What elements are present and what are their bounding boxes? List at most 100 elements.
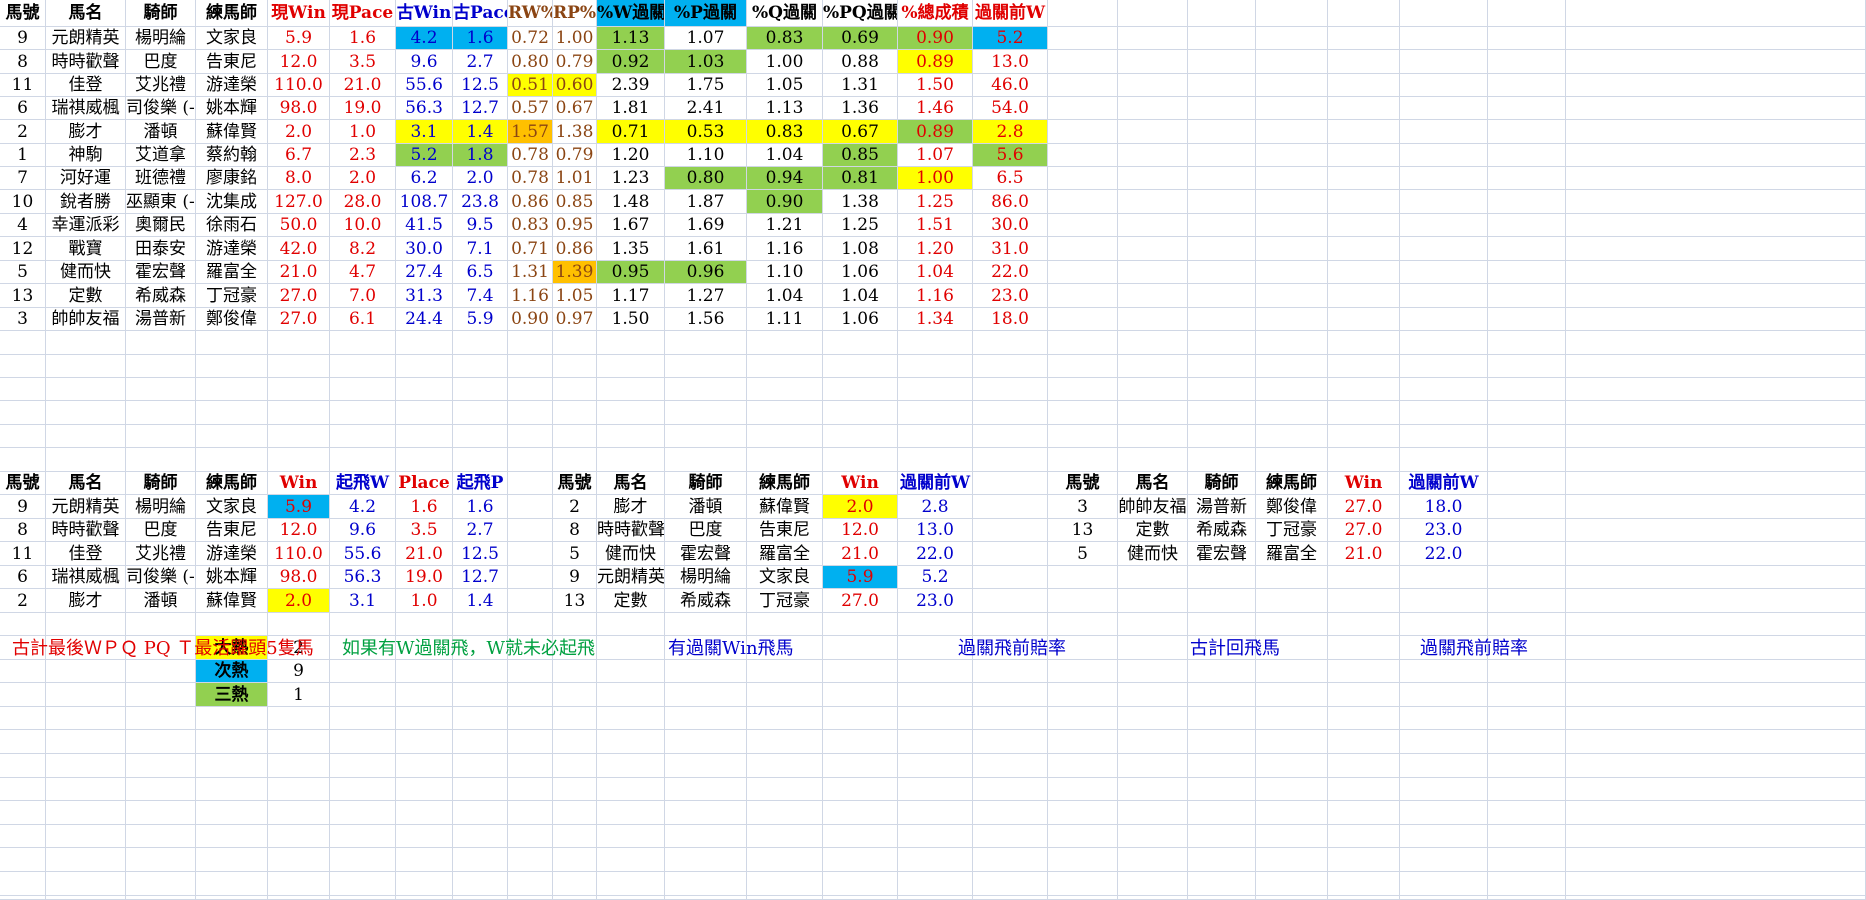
left-header-cell[interactable]: 馬號 (0, 472, 46, 495)
empty-cell[interactable] (1118, 872, 1188, 896)
mid-table-cell[interactable]: 文家良 (747, 566, 823, 589)
empty-cell[interactable] (823, 848, 898, 872)
left-table-cell[interactable]: 佳登 (46, 542, 126, 566)
empty-cell[interactable] (1328, 27, 1400, 50)
right-table-cell[interactable]: 霍宏聲 (1188, 542, 1256, 566)
top-table-cell[interactable]: 戰寶 (46, 237, 126, 261)
empty-cell[interactable] (973, 589, 1048, 613)
empty-cell[interactable] (665, 801, 747, 825)
empty-cell[interactable] (747, 778, 823, 801)
top-header-cell[interactable]: %P過關 (665, 0, 747, 27)
empty-cell[interactable] (1328, 636, 1400, 660)
empty-cell[interactable] (1488, 566, 1566, 589)
empty-cell[interactable] (823, 778, 898, 801)
empty-cell[interactable] (0, 707, 46, 730)
empty-cell[interactable] (453, 825, 508, 848)
empty-cell[interactable] (1400, 778, 1488, 801)
empty-cell[interactable] (1488, 778, 1566, 801)
empty-cell[interactable] (396, 778, 453, 801)
right-table-cell[interactable]: 13 (1048, 519, 1118, 542)
empty-cell[interactable] (1488, 495, 1566, 519)
top-table-cell[interactable]: 0.81 (823, 167, 898, 190)
right-table-cell[interactable]: 27.0 (1328, 519, 1400, 542)
empty-cell[interactable] (1400, 754, 1488, 778)
mid-table-cell[interactable]: 霍宏聲 (665, 542, 747, 566)
empty-cell[interactable] (747, 613, 823, 636)
empty-cell[interactable] (1328, 355, 1400, 378)
empty-cell[interactable] (1118, 730, 1188, 754)
empty-cell[interactable] (1256, 754, 1328, 778)
empty-cell[interactable] (453, 448, 508, 472)
empty-cell[interactable] (508, 707, 553, 730)
left-table-cell[interactable]: 2 (0, 589, 46, 613)
empty-cell[interactable] (1188, 50, 1256, 74)
empty-cell[interactable] (126, 896, 196, 900)
empty-cell[interactable] (453, 778, 508, 801)
empty-cell[interactable] (1188, 355, 1256, 378)
empty-cell[interactable] (1188, 778, 1256, 801)
top-table-cell[interactable]: 27.0 (268, 308, 330, 331)
empty-cell[interactable] (1256, 331, 1328, 355)
empty-cell[interactable] (508, 331, 553, 355)
empty-cell[interactable] (1566, 730, 1866, 754)
empty-cell[interactable] (1118, 190, 1188, 214)
empty-cell[interactable] (0, 778, 46, 801)
empty-cell[interactable] (46, 448, 126, 472)
empty-cell[interactable] (1188, 848, 1256, 872)
right-table-cell[interactable]: 23.0 (1400, 519, 1488, 542)
empty-cell[interactable] (46, 660, 126, 683)
empty-cell[interactable] (396, 448, 453, 472)
empty-cell[interactable] (196, 401, 268, 425)
empty-cell[interactable] (453, 425, 508, 448)
empty-cell[interactable] (1118, 237, 1188, 261)
empty-cell[interactable] (453, 730, 508, 754)
top-table-cell[interactable]: 1.16 (898, 284, 973, 308)
empty-cell[interactable] (268, 896, 330, 900)
empty-cell[interactable] (1328, 97, 1400, 120)
empty-cell[interactable] (597, 660, 665, 683)
top-table-cell[interactable]: 帥帥友福 (46, 308, 126, 331)
empty-cell[interactable] (1328, 707, 1400, 730)
empty-cell[interactable] (553, 613, 597, 636)
mid-table-cell[interactable]: 定數 (597, 589, 665, 613)
mid-table-cell[interactable]: 2.0 (823, 495, 898, 519)
empty-cell[interactable] (665, 754, 747, 778)
empty-cell[interactable] (1488, 308, 1566, 331)
top-table-cell[interactable]: 希威森 (126, 284, 196, 308)
mid-table-cell[interactable]: 21.0 (823, 542, 898, 566)
empty-cell[interactable] (1256, 308, 1328, 331)
empty-cell[interactable] (1488, 401, 1566, 425)
empty-cell[interactable] (1400, 896, 1488, 900)
empty-cell[interactable] (973, 754, 1048, 778)
empty-cell[interactable] (330, 754, 396, 778)
empty-cell[interactable] (1488, 848, 1566, 872)
top-table-cell[interactable]: 0.85 (823, 144, 898, 167)
empty-cell[interactable] (1566, 754, 1866, 778)
empty-cell[interactable] (973, 378, 1048, 401)
empty-cell[interactable] (1256, 448, 1328, 472)
empty-cell[interactable] (597, 355, 665, 378)
empty-cell[interactable] (1188, 144, 1256, 167)
top-table-cell[interactable]: 班德禮 (126, 167, 196, 190)
empty-cell[interactable] (973, 707, 1048, 730)
empty-cell[interactable] (46, 848, 126, 872)
empty-cell[interactable] (1256, 167, 1328, 190)
empty-cell[interactable] (1256, 261, 1328, 284)
empty-cell[interactable] (0, 730, 46, 754)
right-table-cell[interactable]: 湯普新 (1188, 495, 1256, 519)
top-header-cell[interactable]: RW% (508, 0, 553, 27)
top-table-cell[interactable]: 3 (0, 308, 46, 331)
empty-cell[interactable] (973, 613, 1048, 636)
empty-cell[interactable] (665, 660, 747, 683)
empty-cell[interactable] (268, 355, 330, 378)
empty-cell[interactable] (898, 660, 973, 683)
empty-cell[interactable] (268, 754, 330, 778)
top-table-cell[interactable]: 2.0 (330, 167, 396, 190)
empty-cell[interactable] (553, 801, 597, 825)
empty-cell[interactable] (1256, 74, 1328, 97)
empty-cell[interactable] (823, 660, 898, 683)
empty-cell[interactable] (1118, 167, 1188, 190)
empty-cell[interactable] (898, 448, 973, 472)
empty-cell[interactable] (1256, 284, 1328, 308)
top-table-cell[interactable]: 7.4 (453, 284, 508, 308)
